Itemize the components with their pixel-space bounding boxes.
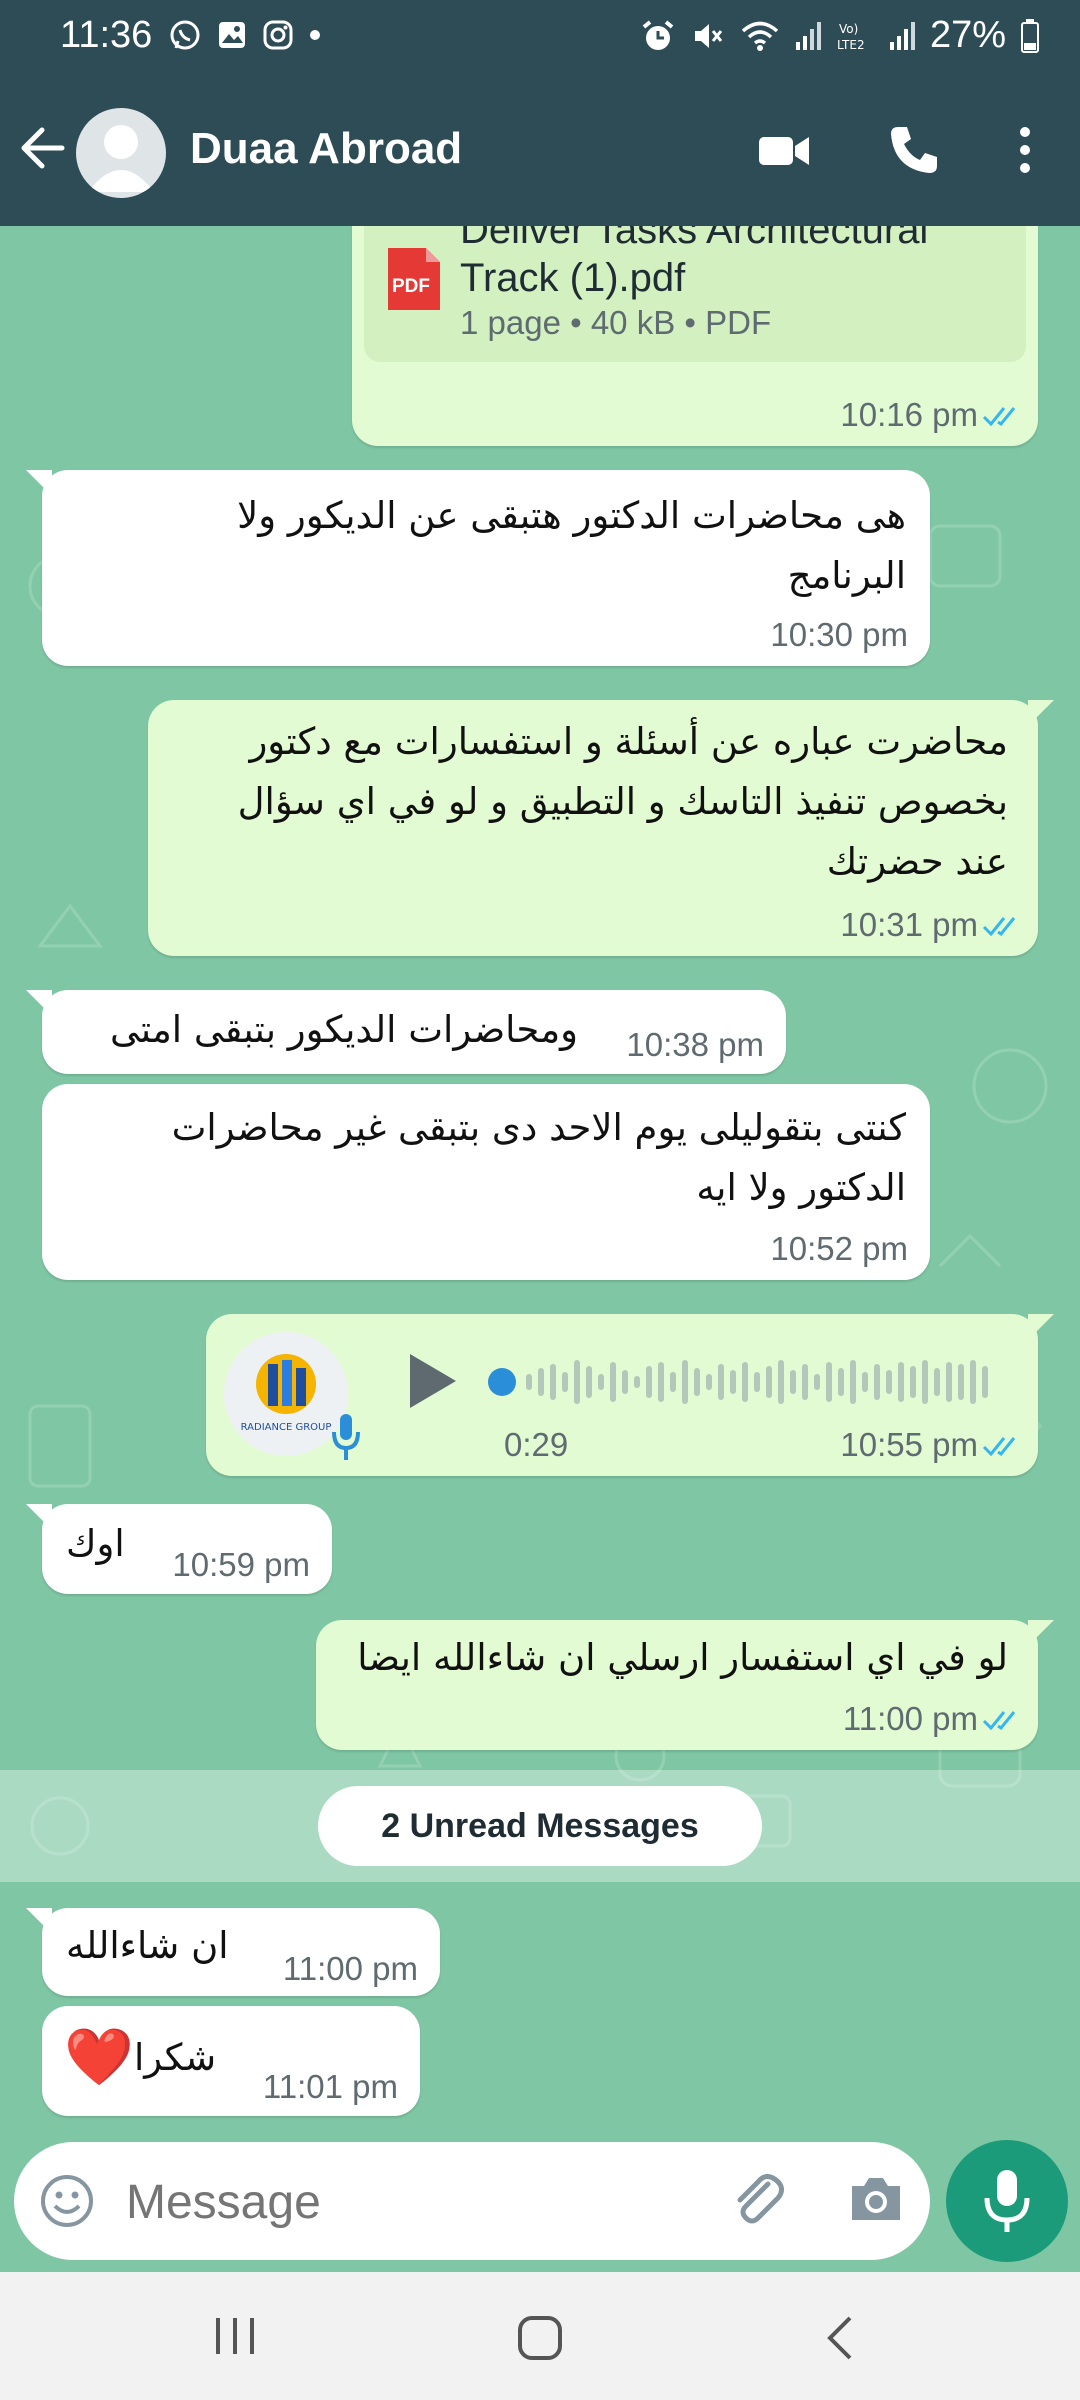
message-text: كنتى بتقوليلى يوم الاحد دى بتبقى غير محا… xyxy=(66,1098,906,1218)
message-text: شكرا xyxy=(134,2036,217,2079)
bubble-tail xyxy=(1028,1620,1054,1646)
message-text: هى محاضرات الدكتور هتبقى عن الديكور ولا … xyxy=(66,486,906,606)
emoji-icon[interactable] xyxy=(38,2172,96,2230)
bubble-tail xyxy=(26,470,52,496)
status-bar: 11:36 Vo) LTE2 27% xyxy=(0,0,1080,78)
attach-icon[interactable] xyxy=(728,2170,788,2230)
message-time: 10:31 pm xyxy=(840,906,978,943)
message-bubble[interactable]: PDF Deliver Tasks Architectural Track (1… xyxy=(352,226,1038,446)
brand-text: RADIANCE GROUP xyxy=(241,1422,332,1433)
mute-icon xyxy=(694,23,723,48)
file-name-line-1: Deliver Tasks Architectural xyxy=(460,226,929,252)
message-line: هى محاضرات الدكتور هتبقى عن الديكور ولا xyxy=(237,494,906,537)
message-time: 10:59 pm xyxy=(172,1546,310,1583)
notification-icons xyxy=(168,18,322,52)
message-text: اوك xyxy=(66,1522,125,1565)
message-text: ومحاضرات الديكور بتبقى امتى xyxy=(109,1008,578,1051)
document-attachment[interactable]: PDF Deliver Tasks Architectural Track (1… xyxy=(364,226,1026,362)
message-time: 11:00 pm xyxy=(282,1950,418,1987)
read-receipt-icon xyxy=(982,1437,1016,1457)
chat-area[interactable]: PDF Deliver Tasks Architectural Track (1… xyxy=(0,226,1080,2272)
contact-name[interactable]: Duaa Abroad xyxy=(190,124,462,174)
message-time: 10:55 pm xyxy=(840,1426,978,1463)
read-receipt-icon xyxy=(982,1711,1016,1731)
message-time: 10:38 pm xyxy=(626,1026,764,1063)
file-name-line-2: Track (1).pdf xyxy=(460,256,686,300)
pdf-icon: PDF xyxy=(388,248,440,310)
instagram-notification-icon xyxy=(263,20,293,50)
back-icon[interactable] xyxy=(820,2312,860,2364)
message-input-bar[interactable] xyxy=(14,2142,930,2260)
message-bubble[interactable]: كنتى بتقوليلى يوم الاحد دى بتبقى غير محا… xyxy=(42,1084,930,1280)
system-status-icons: Vo) LTE2 27% xyxy=(640,14,1040,57)
gallery-notification-icon xyxy=(219,22,245,48)
pdf-badge-text: PDF xyxy=(392,276,430,297)
battery-percent: 27% xyxy=(929,14,1006,56)
play-icon[interactable] xyxy=(402,1348,462,1414)
status-time: 11:36 xyxy=(60,14,153,56)
message-text: محاضرت عباره عن أسئلة و استفسارات مع دكت… xyxy=(158,712,1008,892)
message-time: 11:00 pm xyxy=(842,1700,978,1737)
message-bubble[interactable]: هى محاضرات الدكتور هتبقى عن الديكور ولا … xyxy=(26,470,930,666)
bubble-tail xyxy=(1028,700,1054,726)
message-bubble[interactable]: ومحاضرات الديكور بتبقى امتى 10:38 pm xyxy=(26,990,786,1074)
phone-call-icon[interactable] xyxy=(886,122,942,178)
mic-badge-icon xyxy=(332,1414,360,1460)
bubble-tail xyxy=(26,1908,52,1934)
chat-header: Duaa Abroad xyxy=(0,78,1080,226)
read-receipt-icon xyxy=(982,407,1016,427)
battery-icon xyxy=(1021,18,1039,53)
bubble-tail xyxy=(1028,1314,1054,1340)
wifi-icon xyxy=(741,21,779,51)
voice-message-bubble[interactable]: RADIANCE GROUP 0:29 10:55 pm xyxy=(206,1314,1054,1476)
message-time: 10:16 pm xyxy=(840,396,978,433)
file-meta: 1 page • 40 kB • PDF xyxy=(460,304,772,341)
whatsapp-notification-icon xyxy=(170,20,200,50)
message-input[interactable] xyxy=(124,2166,728,2238)
file-name: Deliver Tasks Architectural Track (1).pd… xyxy=(460,226,928,302)
contact-avatar[interactable] xyxy=(76,108,166,198)
dot-icon xyxy=(310,30,320,40)
message-line: بخصوص تنفيذ التاسك و التطبيق و لو في اي … xyxy=(237,780,1008,823)
message-line: البرنامج xyxy=(787,554,906,597)
message-time: 10:52 pm xyxy=(770,1230,908,1267)
message-line: كنتى بتقوليلى يوم الاحد دى بتبقى غير محا… xyxy=(171,1106,906,1149)
voice-duration: 0:29 xyxy=(504,1426,569,1463)
message-bubble[interactable]: ❤️ شكرا 11:01 pm xyxy=(42,2006,420,2116)
message-bubble[interactable]: لو في اي استفسار ارسلي ان شاءالله ايضا 1… xyxy=(316,1620,1054,1750)
heart-emoji: ❤️ xyxy=(64,2025,134,2090)
message-text: لو في اي استفسار ارسلي ان شاءالله ايضا xyxy=(357,1636,1008,1679)
unread-messages-banner: 2 Unread Messages xyxy=(318,1786,762,1866)
recent-apps-icon[interactable] xyxy=(210,2312,260,2360)
read-receipt-icon xyxy=(982,917,1016,937)
message-bubble[interactable]: ان شاءالله 11:00 pm xyxy=(26,1908,440,1996)
camera-icon[interactable] xyxy=(846,2172,906,2228)
system-navigation-bar xyxy=(0,2272,1080,2400)
signal-icon-2 xyxy=(889,21,915,50)
svg-text:LTE2: LTE2 xyxy=(837,38,865,52)
home-icon[interactable] xyxy=(514,2312,566,2364)
svg-text:Vo): Vo) xyxy=(839,22,858,36)
message-bubble[interactable]: محاضرت عباره عن أسئلة و استفسارات مع دكت… xyxy=(148,700,1054,956)
bubble-tail xyxy=(26,1504,52,1530)
bubble-tail xyxy=(26,990,52,1016)
message-bubble[interactable]: اوك 10:59 pm xyxy=(26,1504,332,1594)
more-options-icon[interactable] xyxy=(1010,122,1040,178)
back-arrow-icon[interactable] xyxy=(18,120,68,176)
voice-waveform[interactable] xyxy=(486,1352,1006,1412)
volte-icon: Vo) LTE2 xyxy=(837,22,865,52)
video-call-icon[interactable] xyxy=(756,122,812,178)
message-line: الدكتور ولا ايه xyxy=(696,1166,906,1209)
microphone-icon xyxy=(984,2170,1030,2232)
message-time: 11:01 pm xyxy=(262,2068,398,2105)
alarm-icon xyxy=(642,19,674,50)
message-line: محاضرت عباره عن أسئلة و استفسارات مع دكت… xyxy=(249,720,1008,763)
message-text: ان شاءالله xyxy=(66,1924,229,1967)
message-line: عند حضرتك xyxy=(826,840,1008,883)
signal-icon xyxy=(795,21,821,50)
default-avatar-icon xyxy=(88,125,154,192)
message-time: 10:30 pm xyxy=(770,616,908,653)
voice-record-button[interactable] xyxy=(946,2140,1068,2262)
